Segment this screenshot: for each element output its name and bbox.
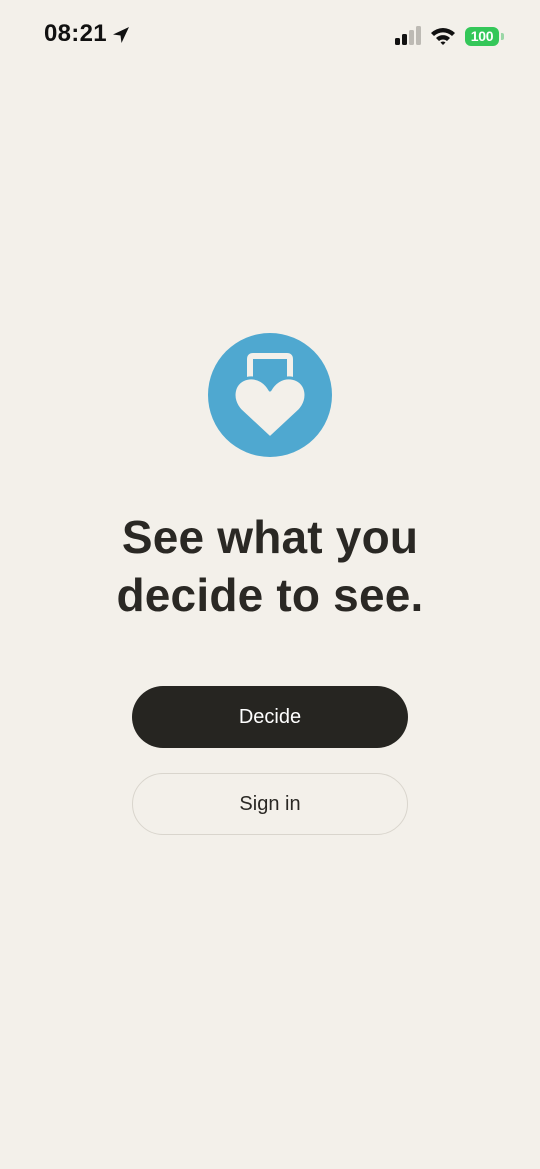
status-time: 08:21 [44,20,107,47]
location-arrow-icon [111,25,131,45]
battery-icon: 100 [465,26,504,46]
heart-lock-icon [232,353,308,440]
headline-line-2: decide to see. [116,569,424,621]
battery-level: 100 [465,26,499,46]
battery-cap [501,32,504,40]
headline: See what you decide to see. [0,508,540,624]
decide-button[interactable]: Decide [132,686,408,748]
cellular-signal-icon [394,26,422,46]
wifi-icon [430,26,456,46]
status-bar: 08:21 100 [0,0,540,72]
headline-line-1: See what you [121,511,419,563]
app-logo [208,333,332,457]
sign-in-button[interactable]: Sign in [132,773,408,835]
